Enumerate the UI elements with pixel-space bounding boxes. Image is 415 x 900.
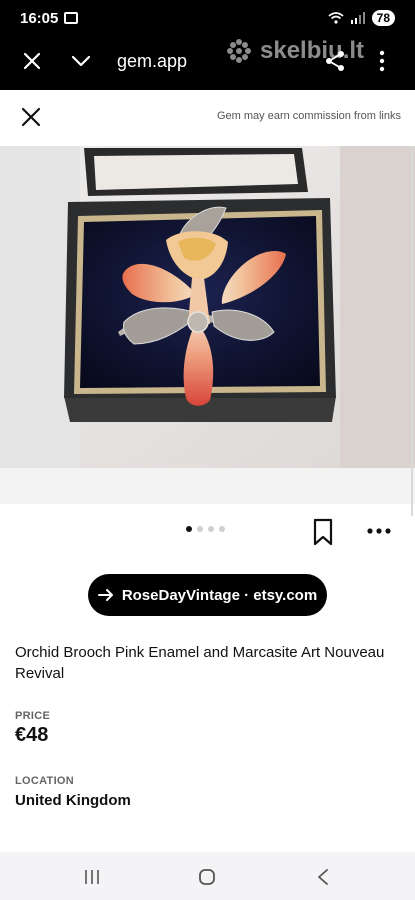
bookmark-icon[interactable] [312,518,334,546]
more-horizontal-icon[interactable] [366,526,392,536]
browser-toolbar: gem.app skelbiu.lt [0,36,415,90]
status-bar: 16:05 78 [0,0,415,36]
screen-record-icon [64,12,78,24]
price-value: €48 [15,724,49,746]
product-title: Orchid Brooch Pink Enamel and Marcasite … [15,644,385,682]
watermark-text: skelbiu.lt [260,37,365,64]
brooch-photo [0,146,415,468]
close-icon[interactable] [22,51,42,71]
more-vertical-icon[interactable] [375,50,389,72]
product-image[interactable] [0,146,415,468]
scrollbar[interactable] [411,146,413,516]
url-label[interactable]: gem.app [117,51,187,72]
share-icon[interactable] [324,50,346,72]
store-link-label: RoseDayVintage · etsy.com [121,586,318,604]
back-icon[interactable] [316,868,330,886]
pagination-dot[interactable] [208,526,214,532]
close-icon[interactable] [20,106,42,128]
image-pagination[interactable] [186,526,225,532]
pagination-dot[interactable] [197,526,203,532]
pagination-dot[interactable] [219,526,225,532]
image-footer [0,468,415,504]
recent-apps-icon[interactable] [83,868,101,886]
status-time: 16:05 [20,10,59,27]
battery-indicator: 78 [371,10,395,26]
location-value: United Kingdom [15,792,131,809]
image-controls [0,504,415,564]
pagination-dot[interactable] [186,526,192,532]
commission-note: Gem may earn commission from links [217,110,401,122]
wifi-icon [328,12,344,24]
price-label: PRICE [15,710,51,722]
sheet-header: Gem may earn commission from links [0,90,415,146]
home-icon[interactable] [198,868,216,886]
arrow-right-icon [97,589,113,601]
watermark-logo-icon [227,39,251,63]
system-nav-bar [0,852,415,900]
location-label: LOCATION [15,775,75,787]
store-link-button[interactable]: RoseDayVintage · etsy.com [88,574,327,616]
chevron-down-icon[interactable] [71,51,91,71]
status-indicators: 78 [328,10,395,26]
signal-icon [350,12,365,24]
